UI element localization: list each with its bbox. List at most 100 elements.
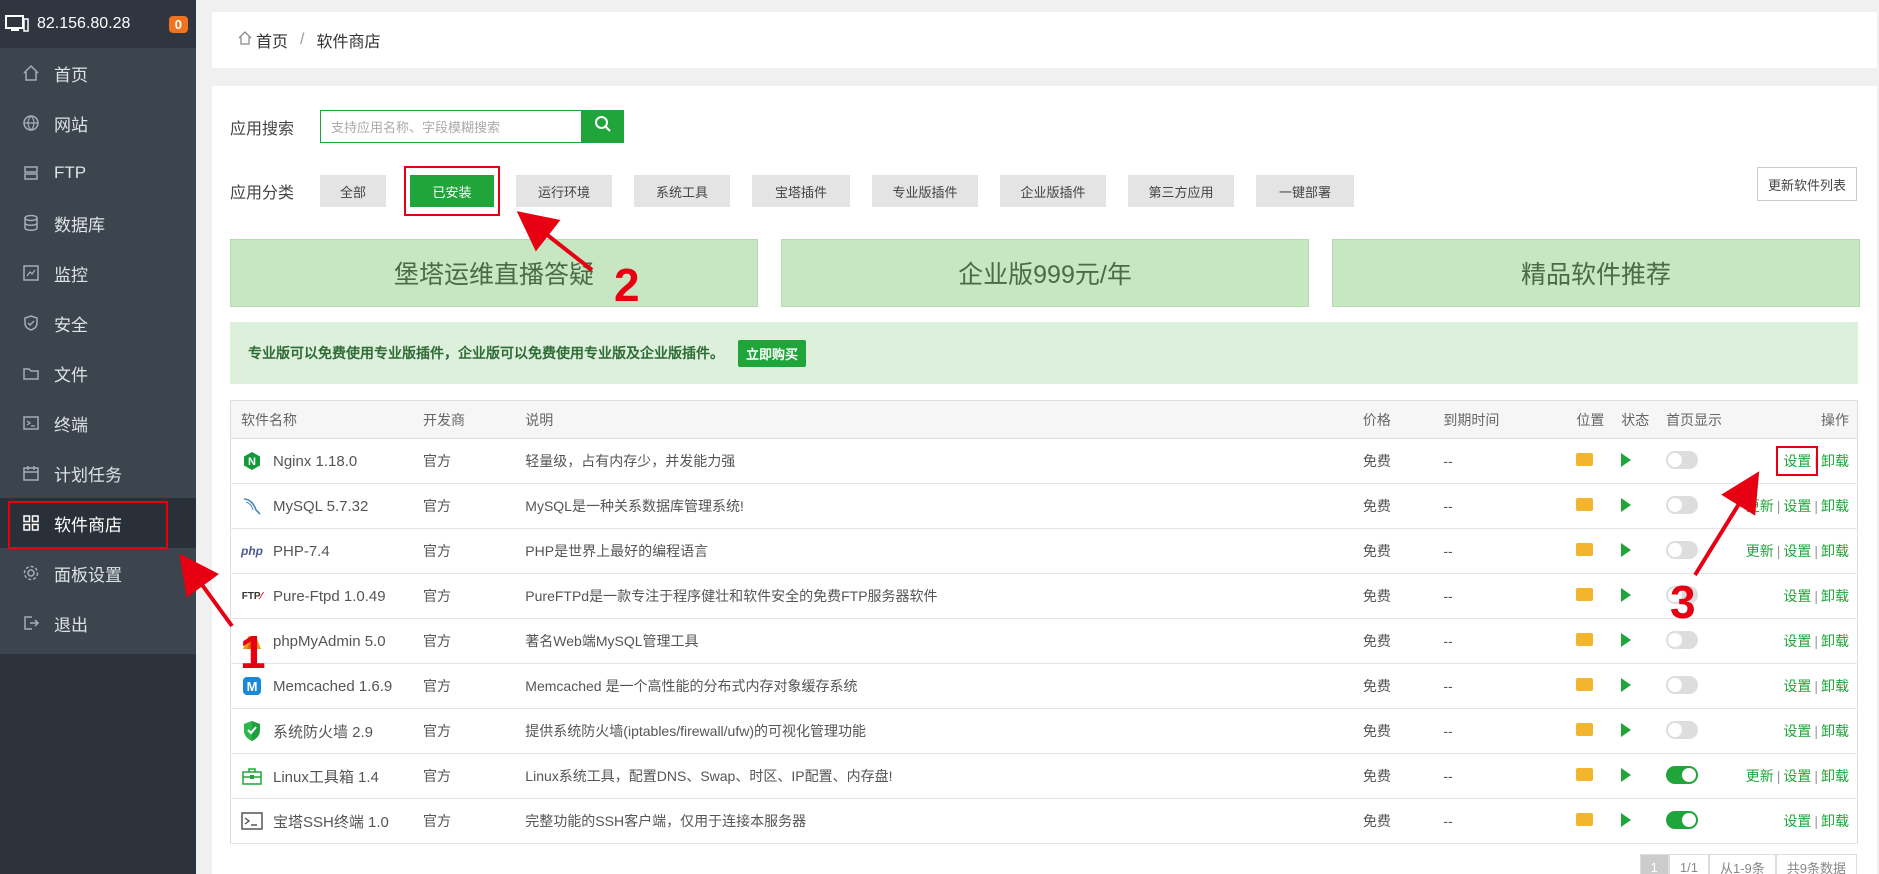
home-display-toggle[interactable] [1666, 675, 1699, 694]
search-button[interactable] [581, 110, 624, 143]
uninstall-link[interactable]: 卸载 [1821, 453, 1849, 469]
uninstall-link[interactable]: 卸载 [1821, 813, 1849, 829]
folder-icon[interactable] [1576, 813, 1594, 826]
tab-third-party[interactable]: 第三方应用 [1128, 175, 1234, 207]
col-developer: 开发商 [413, 400, 516, 439]
uninstall-link[interactable]: 卸载 [1821, 678, 1849, 694]
page-current[interactable]: 1 [1639, 854, 1669, 874]
settings-link[interactable]: 设置 [1776, 446, 1819, 476]
play-icon[interactable] [1621, 632, 1632, 647]
uninstall-link[interactable]: 卸载 [1821, 723, 1849, 739]
sidebar-item-3[interactable]: 数据库 [0, 198, 196, 248]
sidebar-item-0[interactable]: 首页 [0, 48, 196, 98]
software-name[interactable]: PHP-7.4 [273, 543, 330, 560]
sidebar-item-label: 网站 [54, 115, 88, 135]
folder-icon[interactable] [1576, 588, 1594, 601]
play-icon[interactable] [1621, 452, 1632, 467]
settings-link[interactable]: 设置 [1783, 723, 1811, 739]
notification-badge[interactable]: 0 [168, 15, 188, 33]
description: MySQL是一种关系数据库管理系统! [515, 483, 1353, 529]
software-name[interactable]: Memcached 1.6.9 [273, 678, 392, 695]
buy-now-button[interactable]: 立即购买 [738, 339, 807, 367]
play-icon[interactable] [1621, 767, 1632, 782]
home-display-toggle[interactable] [1666, 765, 1699, 784]
sidebar-item-9[interactable]: 软件商店 [0, 498, 196, 549]
settings-link[interactable]: 设置 [1783, 543, 1811, 559]
home-display-toggle[interactable] [1666, 630, 1699, 649]
home-display-toggle[interactable] [1666, 495, 1699, 514]
banner-recommended[interactable]: 精品软件推荐 [1332, 239, 1860, 307]
uninstall-link[interactable]: 卸载 [1821, 588, 1849, 604]
tab-installed[interactable]: 已安装 [410, 175, 494, 207]
sidebar-item-4[interactable]: 监控 [0, 248, 196, 298]
update-link[interactable]: 更新 [1746, 768, 1774, 784]
folder-icon[interactable] [1576, 498, 1594, 511]
sidebar-item-10[interactable]: 面板设置 [0, 548, 196, 598]
settings-link[interactable]: 设置 [1783, 768, 1811, 784]
tab-system-tools[interactable]: 系统工具 [634, 175, 730, 207]
play-icon[interactable] [1621, 812, 1632, 827]
uninstall-link[interactable]: 卸载 [1821, 543, 1849, 559]
uninstall-link[interactable]: 卸载 [1821, 768, 1849, 784]
sidebar-item-7[interactable]: 终端 [0, 398, 196, 448]
folder-icon[interactable] [1576, 633, 1594, 646]
folder-icon[interactable] [1576, 453, 1594, 466]
sidebar-item-1[interactable]: 网站 [0, 98, 196, 148]
tab-bt-plugins[interactable]: 宝塔插件 [752, 175, 850, 207]
developer: 官方 [413, 528, 516, 574]
settings-link[interactable]: 设置 [1783, 813, 1811, 829]
update-link[interactable]: 更新 [1746, 498, 1774, 514]
tab-runtime[interactable]: 运行环境 [516, 175, 612, 207]
search-input[interactable]: 支持应用名称、字段模糊搜索 [320, 110, 581, 143]
software-name[interactable]: Linux工具箱 1.4 [273, 766, 379, 787]
breadcrumb-home[interactable]: 首页 [256, 28, 288, 52]
sidebar-item-8[interactable]: 计划任务 [0, 448, 196, 498]
sidebar-item-5[interactable]: 安全 [0, 298, 196, 348]
settings-link[interactable]: 设置 [1783, 633, 1811, 649]
home-icon[interactable] [238, 30, 252, 50]
update-software-list-button[interactable]: 更新软件列表 [1756, 167, 1857, 201]
folder-icon[interactable] [1576, 723, 1594, 736]
developer: 官方 [413, 573, 516, 619]
software-name[interactable]: 宝塔SSH终端 1.0 [273, 811, 389, 832]
sidebar-item-label: 安全 [54, 315, 88, 335]
uninstall-link[interactable]: 卸载 [1821, 498, 1849, 514]
home-display-toggle[interactable] [1666, 450, 1699, 469]
folder-icon[interactable] [1576, 543, 1594, 556]
apps-icon [22, 514, 40, 532]
play-icon[interactable] [1621, 542, 1632, 557]
row-actions: 设置 | 卸载 [1735, 438, 1858, 484]
tab-one-click-deploy[interactable]: 一键部署 [1256, 175, 1354, 207]
sidebar-item-2[interactable]: FTP [0, 148, 196, 198]
home-display-toggle[interactable] [1666, 540, 1699, 559]
update-link[interactable]: 更新 [1746, 543, 1774, 559]
play-icon[interactable] [1621, 677, 1632, 692]
settings-link[interactable]: 设置 [1783, 678, 1811, 694]
banner-live-qa[interactable]: 堡塔运维直播答疑 [230, 239, 758, 307]
software-name[interactable]: 系统防火墙 2.9 [273, 721, 373, 742]
software-name[interactable]: MySQL 5.7.32 [273, 498, 368, 515]
folder-icon[interactable] [1576, 768, 1594, 781]
folder-icon[interactable] [1576, 678, 1594, 691]
play-icon[interactable] [1621, 497, 1632, 512]
sidebar-item-6[interactable]: 文件 [0, 348, 196, 398]
uninstall-link[interactable]: 卸载 [1821, 633, 1849, 649]
play-icon[interactable] [1621, 587, 1632, 602]
settings-link[interactable]: 设置 [1783, 588, 1811, 604]
banner-enterprise[interactable]: 企业版999元/年 [781, 239, 1309, 307]
price: 免费 [1352, 618, 1434, 664]
developer: 官方 [413, 663, 516, 709]
software-name[interactable]: phpMyAdmin 5.0 [273, 633, 386, 650]
description: 完整功能的SSH客户端，仅用于连接本服务器 [515, 798, 1353, 844]
tab-all[interactable]: 全部 [320, 175, 386, 207]
home-display-toggle[interactable] [1666, 810, 1699, 829]
software-name[interactable]: Pure-Ftpd 1.0.49 [273, 588, 386, 605]
play-icon[interactable] [1621, 722, 1632, 737]
action-divider: | [1776, 768, 1781, 784]
tab-enterprise-plugins[interactable]: 企业版插件 [1000, 175, 1106, 207]
tab-pro-plugins[interactable]: 专业版插件 [872, 175, 978, 207]
settings-link[interactable]: 设置 [1783, 498, 1811, 514]
home-display-toggle[interactable] [1666, 720, 1699, 739]
sidebar-item-11[interactable]: 退出 [0, 598, 196, 648]
software-name[interactable]: Nginx 1.18.0 [273, 453, 357, 470]
